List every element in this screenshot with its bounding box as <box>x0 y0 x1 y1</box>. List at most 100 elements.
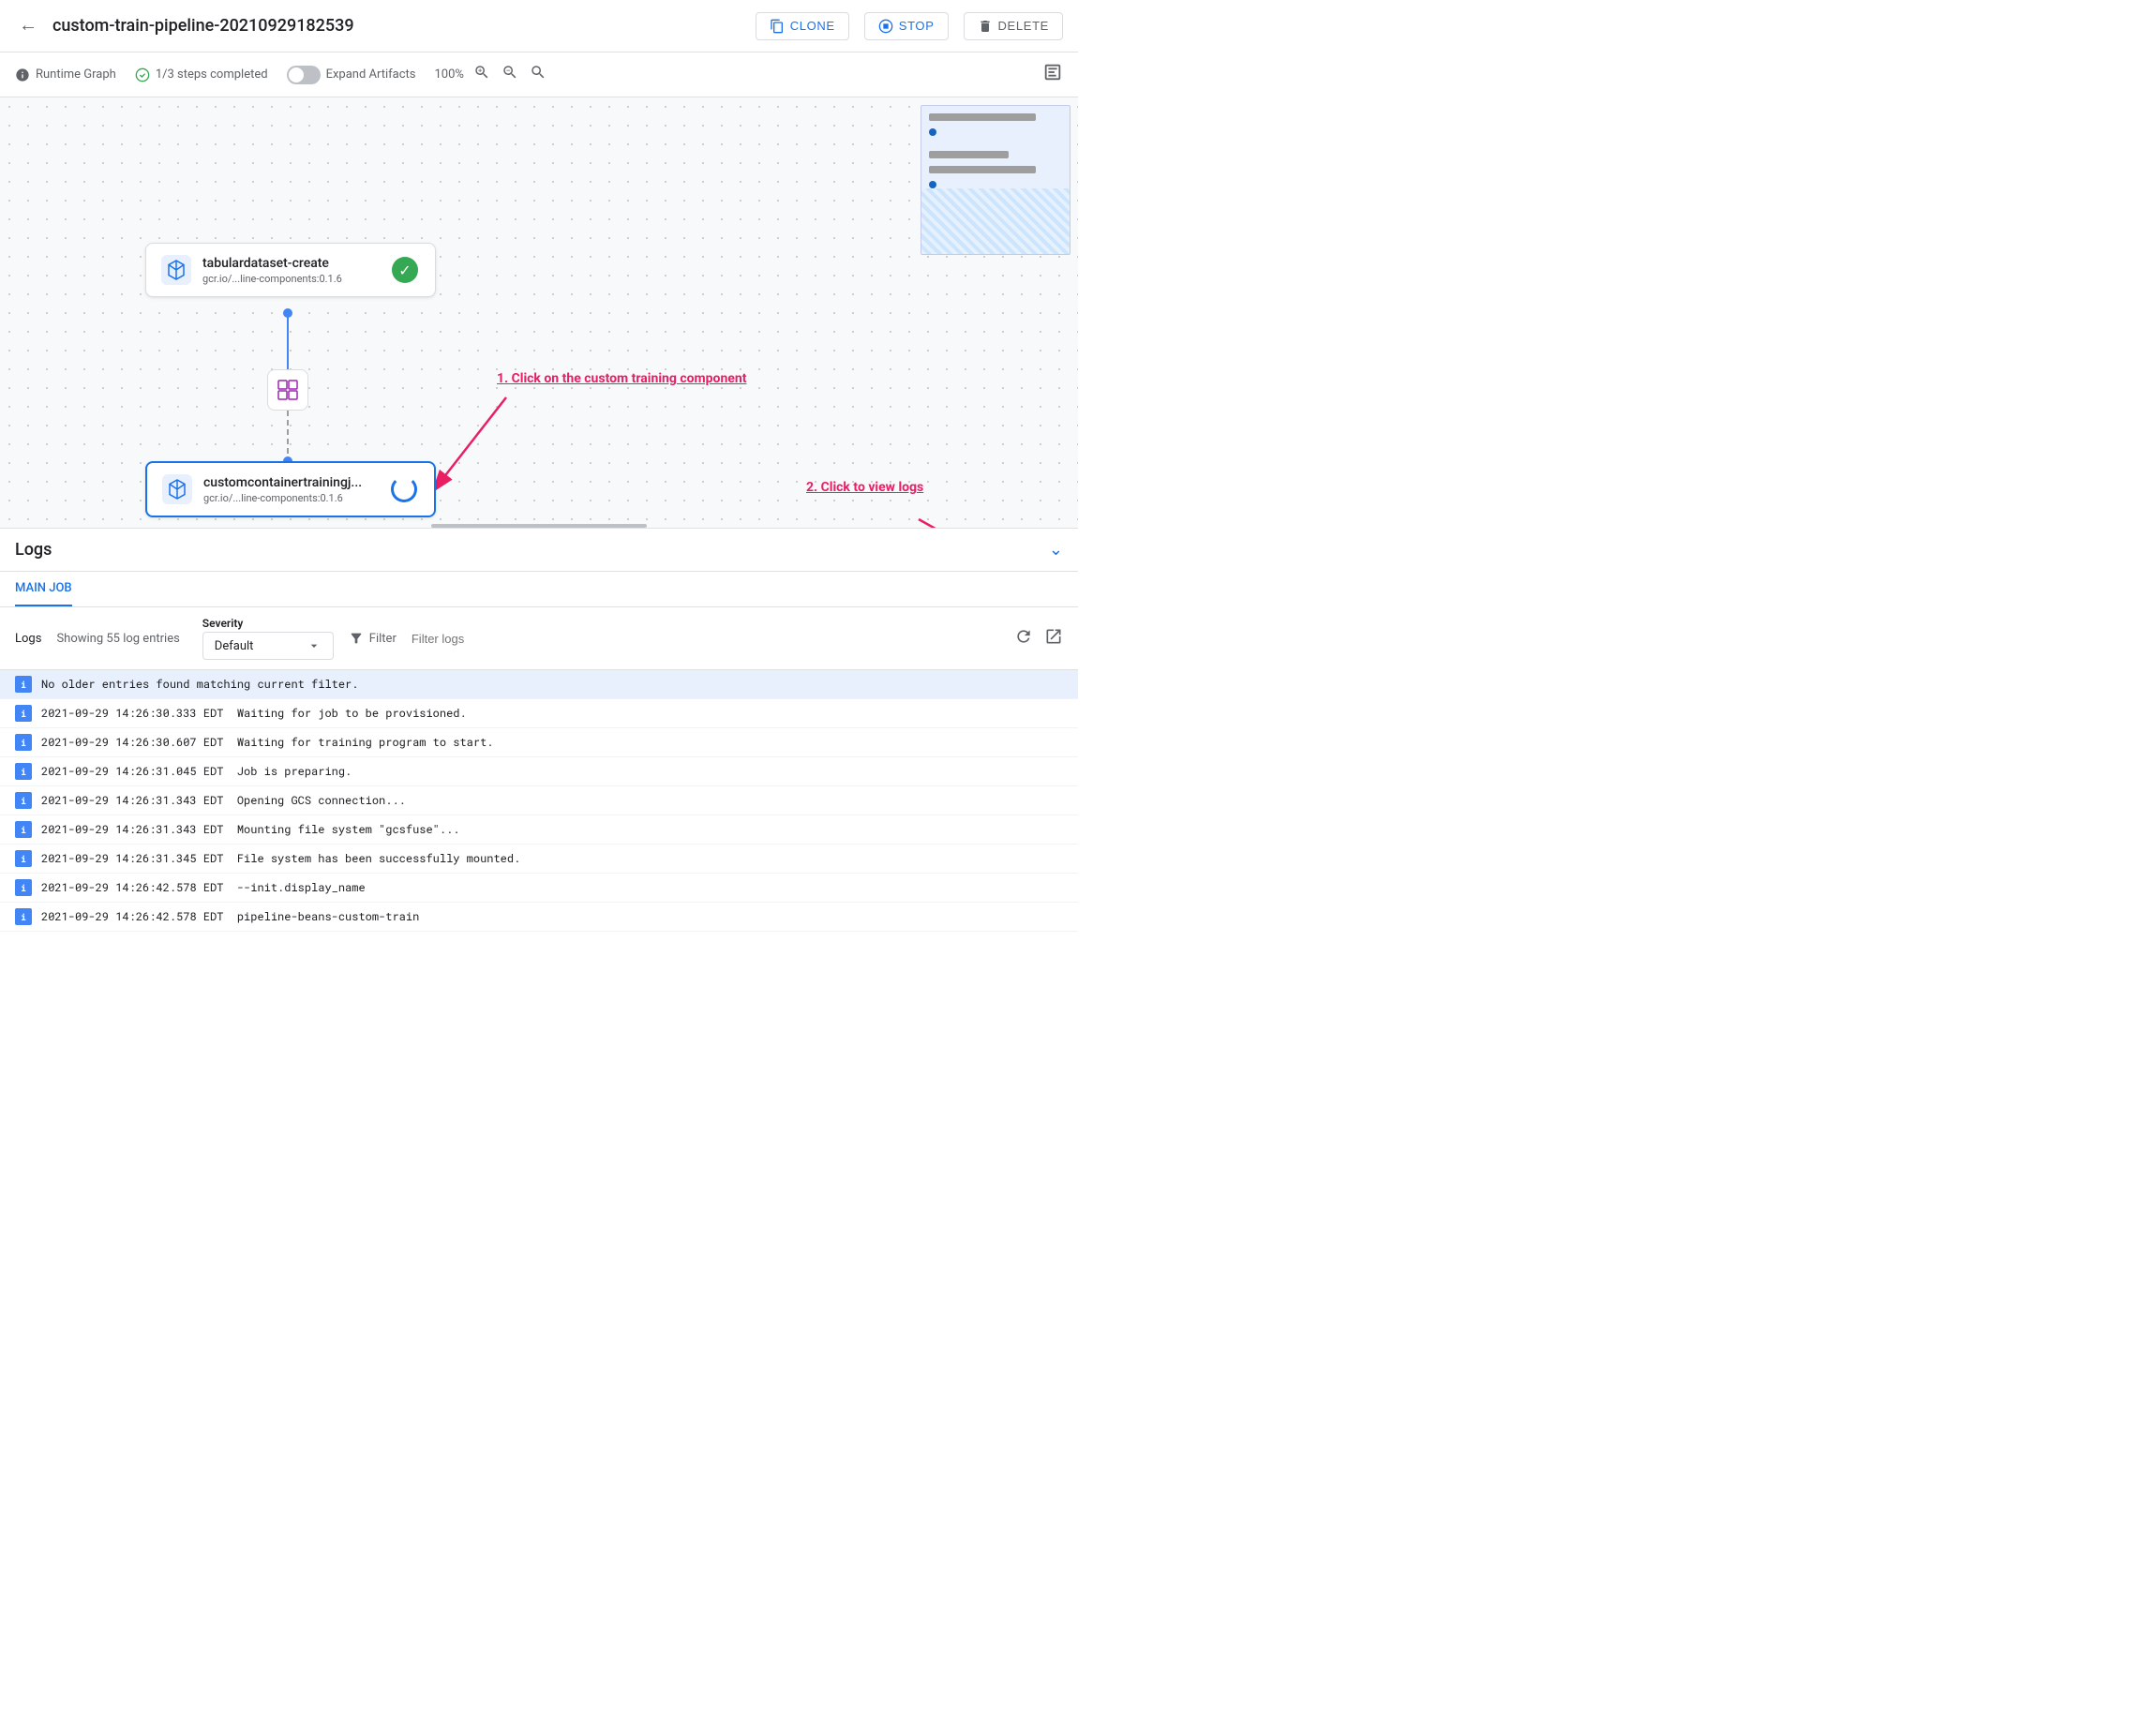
annotation-2-text: 2. Click to view logs <box>806 480 923 495</box>
open-external-icon <box>1044 627 1063 646</box>
log-text: 2021-09-29 14:26:30.607 EDT Waiting for … <box>41 735 493 750</box>
node2-subtitle: gcr.io/...line-components:0.1.6 <box>203 492 378 504</box>
log-text: 2021-09-29 14:26:31.345 EDT File system … <box>41 851 520 866</box>
refresh-button[interactable] <box>1014 627 1033 650</box>
severity-group: Severity Default <box>202 617 334 660</box>
header-actions: CLONE STOP DELETE <box>756 12 1063 40</box>
log-icon: i <box>15 734 32 751</box>
log-entry: i 2021-09-29 14:26:42.578 EDT pipeline-be… <box>0 903 1078 932</box>
open-external-button[interactable] <box>1044 627 1063 650</box>
node-tabulardataset-create[interactable]: tabulardataset-create gcr.io/...line-com… <box>145 243 436 297</box>
log-text: 2021-09-29 14:26:30.333 EDT Waiting for … <box>41 706 467 721</box>
expand-artifacts-label: Expand Artifacts <box>326 67 416 82</box>
zoom-reset-button[interactable] <box>528 62 548 87</box>
node1-subtitle: gcr.io/...line-components:0.1.6 <box>202 273 379 285</box>
log-icon: i <box>15 821 32 838</box>
pipeline-canvas[interactable]: tabulardataset-create gcr.io/...line-com… <box>0 97 1078 529</box>
log-entry: i No older entries found matching current… <box>0 670 1078 699</box>
log-text: 2021-09-29 14:26:31.343 EDT Mounting fil… <box>41 822 459 837</box>
log-entry: i2021-09-29 14:26:31.045 EDT Job is prep… <box>0 757 1078 786</box>
node1-info: tabulardataset-create gcr.io/...line-com… <box>202 256 379 285</box>
log-text: 2021-09-29 14:26:42.578 EDT pipeline-bea… <box>41 909 419 924</box>
annotation-1-text: 1. Click on the custom training componen… <box>497 371 746 386</box>
logs-title: Logs <box>15 540 52 560</box>
minimap-icon <box>1042 62 1063 82</box>
logs-section: Logs ⌄ MAIN JOB Logs Showing 55 log entr… <box>0 529 1078 932</box>
runtime-graph-label: Runtime Graph <box>36 67 116 82</box>
steps-label: 1/3 steps completed <box>156 67 268 82</box>
node2-title: customcontainertrainingj... <box>203 475 378 490</box>
page-title: custom-train-pipeline-20210929182539 <box>52 16 756 36</box>
log-text: No older entries found matching current … <box>41 677 358 692</box>
zoom-reset-icon <box>530 64 546 81</box>
node2-icon <box>162 474 192 504</box>
running-icon <box>391 476 417 502</box>
minimap-dot-1 <box>929 128 936 136</box>
zoom-in-icon <box>473 64 490 81</box>
info-icon <box>15 67 30 82</box>
stop-button[interactable]: STOP <box>864 12 949 40</box>
header: ← custom-train-pipeline-20210929182539 C… <box>0 0 1078 52</box>
runtime-graph-item[interactable]: Runtime Graph <box>15 67 116 82</box>
grid-icon <box>277 379 299 401</box>
log-text: 2021-09-29 14:26:42.578 EDT --init.displ… <box>41 880 366 895</box>
severity-select[interactable]: Default <box>202 632 334 660</box>
logs-header: Logs ⌄ <box>0 529 1078 572</box>
toolbar: Runtime Graph 1/3 steps completed Expand… <box>0 52 1078 97</box>
log-icon: i <box>15 879 32 896</box>
log-text: 2021-09-29 14:26:31.343 EDT Opening GCS … <box>41 793 406 808</box>
logs-collapse-button[interactable]: ⌄ <box>1049 540 1063 560</box>
minimap-bar-1 <box>929 113 1036 121</box>
resize-handle[interactable] <box>431 524 647 528</box>
log-icon: i <box>15 792 32 809</box>
stop-icon <box>878 19 893 34</box>
severity-value: Default <box>215 639 254 653</box>
filter-input[interactable] <box>412 632 999 646</box>
zoom-controls: 100% <box>435 62 548 87</box>
log-icon: i <box>15 705 32 722</box>
stop-label: STOP <box>899 19 935 33</box>
node2-status <box>389 474 419 504</box>
steps-item: 1/3 steps completed <box>135 67 268 82</box>
annotation-2: 2. Click to view logs <box>806 480 923 495</box>
zoom-out-icon <box>502 64 518 81</box>
log-entry: i 2021-09-29 14:26:30.333 EDT Waiting for… <box>0 699 1078 728</box>
log-icon: i <box>15 676 32 693</box>
minimap-bar-2 <box>929 151 1009 158</box>
filter-icon <box>349 631 364 646</box>
log-entry: i2021-09-29 14:26:31.345 EDT File system… <box>0 845 1078 874</box>
clone-button[interactable]: CLONE <box>756 12 849 40</box>
log-icon: i <box>15 908 32 925</box>
steps-icon <box>135 67 150 82</box>
log-entry: i 2021-09-29 14:26:31.343 EDT Mounting fi… <box>0 815 1078 845</box>
logs-tabs: MAIN JOB <box>0 572 1078 607</box>
back-button[interactable]: ← <box>15 11 41 40</box>
minimap-dot-2 <box>929 181 936 188</box>
tab-main-job[interactable]: MAIN JOB <box>15 572 72 606</box>
node1-title: tabulardataset-create <box>202 256 379 271</box>
node1-status: ✓ <box>390 255 420 285</box>
node1-icon <box>161 255 191 285</box>
log-entry: i 2021-09-29 14:26:30.607 EDT Waiting for… <box>0 728 1078 757</box>
minimap-button[interactable] <box>1042 62 1063 87</box>
node-customcontainertraining[interactable]: customcontainertrainingj... gcr.io/...li… <box>145 461 436 517</box>
expand-artifacts-item[interactable]: Expand Artifacts <box>287 66 416 84</box>
delete-button[interactable]: DELETE <box>964 12 1063 40</box>
zoom-in-button[interactable] <box>472 62 492 87</box>
chevron-down-icon <box>307 638 322 653</box>
logs-controls: Logs Showing 55 log entries Severity Def… <box>0 607 1078 670</box>
logs-count: Showing 55 log entries <box>56 632 179 646</box>
log-text: 2021-09-29 14:26:31.045 EDT Job is prepa… <box>41 764 352 779</box>
log-entry: i 2021-09-29 14:26:31.343 EDT Opening GCS… <box>0 786 1078 815</box>
filter-label: Filter <box>369 632 397 646</box>
filter-button[interactable]: Filter <box>349 631 397 646</box>
minimap[interactable] <box>921 105 1071 255</box>
delete-icon <box>978 19 993 34</box>
expand-artifacts-toggle[interactable] <box>287 66 321 84</box>
zoom-level: 100% <box>435 67 464 82</box>
logs-label: Logs <box>15 632 41 646</box>
intermediate-node[interactable] <box>267 369 308 411</box>
refresh-icon <box>1014 627 1033 646</box>
zoom-out-button[interactable] <box>500 62 520 87</box>
logs-body: i No older entries found matching current… <box>0 670 1078 932</box>
